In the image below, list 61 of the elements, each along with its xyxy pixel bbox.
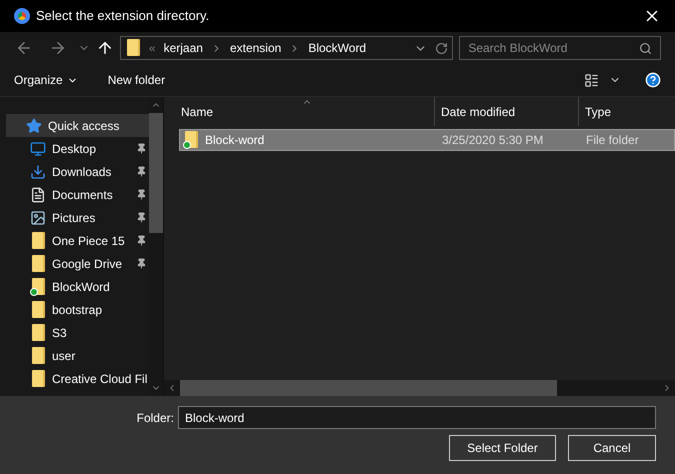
folder-label: Folder: (136, 410, 174, 426)
breadcrumb[interactable]: extension (230, 39, 282, 57)
folder-icon (30, 254, 46, 272)
file-name: Block-word (205, 132, 264, 149)
folder-icon (30, 324, 46, 342)
column-header[interactable]: Name (164, 97, 435, 126)
sidebar-item[interactable]: Google Drive (6, 252, 149, 275)
sidebar-item[interactable]: One Piece 15 (6, 229, 149, 252)
folder-icon (30, 300, 46, 318)
view-options-icon[interactable] (584, 72, 599, 88)
monitor-icon (30, 140, 46, 156)
sidebar-item[interactable]: bootstrap (6, 298, 149, 321)
pin-icon (136, 143, 147, 154)
help-icon[interactable] (645, 72, 661, 88)
sidebar-item[interactable]: Documents (6, 183, 149, 206)
synced-folder-icon (183, 131, 199, 149)
folder-icon (124, 39, 141, 57)
sidebar-item[interactable]: user (6, 344, 149, 367)
breadcrumb-overflow[interactable]: « (148, 39, 156, 57)
breadcrumb[interactable]: kerjaan (164, 39, 203, 57)
download-icon (30, 164, 46, 180)
picture-icon (30, 210, 46, 226)
back-icon[interactable] (15, 39, 33, 57)
scroll-thumb[interactable] (149, 113, 163, 233)
search-field[interactable]: Search BlockWord (459, 36, 661, 60)
column-header[interactable]: Type (579, 102, 612, 120)
sidebar-item[interactable]: S3 (6, 321, 149, 344)
sidebar-item[interactable]: Desktop (6, 137, 149, 160)
select-folder-button[interactable]: Select Folder (449, 435, 556, 461)
pin-icon (136, 212, 147, 223)
window-title: Select the extension directory. (36, 7, 210, 26)
pin-icon (136, 189, 147, 200)
pin-icon (136, 166, 147, 177)
folder-icon (30, 370, 46, 388)
folder-field[interactable]: Block-word (178, 406, 656, 429)
date-cell-text: 3/25/2020 5:30 PM (441, 132, 544, 149)
sidebar-item[interactable]: Quick access (6, 114, 149, 137)
folder-icon (30, 232, 46, 250)
pin-icon (136, 258, 147, 269)
refresh-icon[interactable] (435, 42, 448, 54)
type-cell-text: File folder (585, 132, 639, 149)
scroll-thumb[interactable] (180, 380, 557, 396)
sidebar-item[interactable]: Pictures (6, 206, 149, 229)
breadcrumb[interactable]: BlockWord (308, 39, 366, 57)
synced-folder-icon (30, 278, 46, 296)
app-logo-icon (14, 8, 30, 24)
sidebar-item[interactable]: BlockWord (6, 275, 149, 298)
column-header[interactable]: Date modified (435, 97, 579, 126)
pin-icon (136, 235, 147, 246)
folder-icon (30, 346, 46, 364)
cancel-button[interactable]: Cancel (568, 435, 656, 461)
document-icon (30, 186, 46, 202)
file-row[interactable]: Block-word 3/25/2020 5:30 PM File folder (179, 129, 675, 151)
organize-button[interactable]: Organize (14, 71, 78, 89)
star-icon (26, 118, 42, 134)
search-input[interactable]: Search BlockWord (468, 39, 639, 57)
new-folder-button[interactable]: New folder (108, 71, 166, 89)
sidebar-item[interactable]: Downloads (6, 160, 149, 183)
address-bar[interactable]: « kerjaan extension BlockWord (120, 36, 454, 60)
sidebar-item[interactable]: Creative Cloud Fil (6, 367, 149, 390)
search-icon (639, 42, 652, 54)
